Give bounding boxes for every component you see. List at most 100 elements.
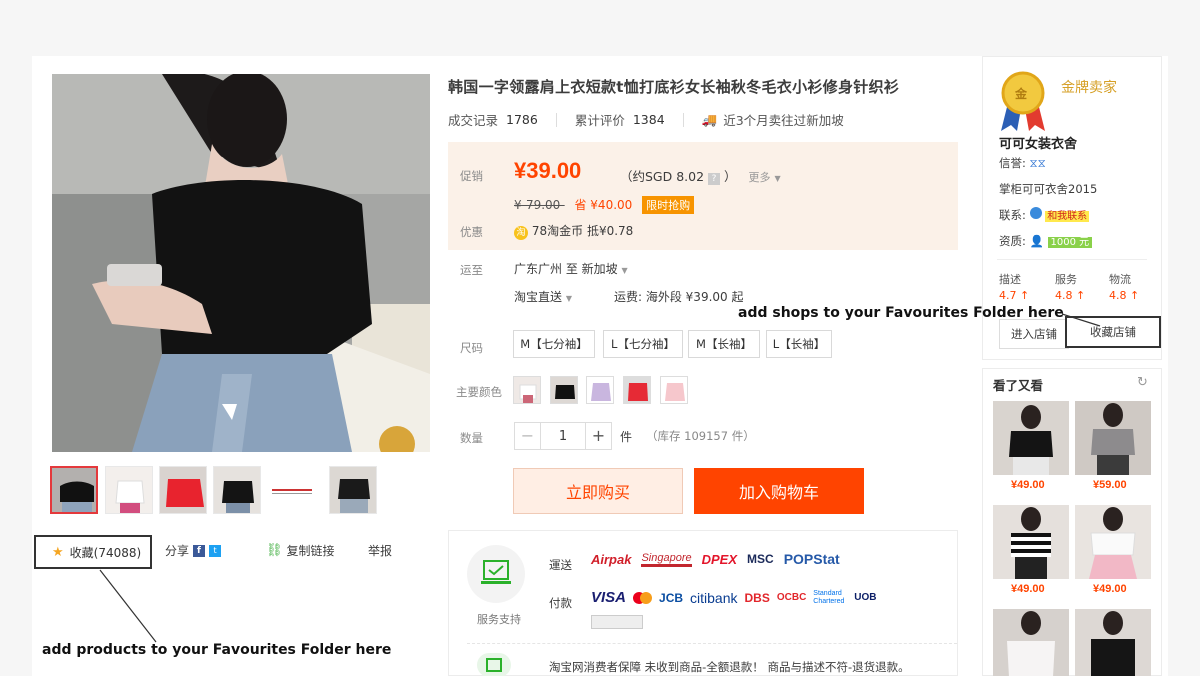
size-option-1[interactable]: M【七分袖】 xyxy=(513,330,595,358)
truck-icon: 🚚 xyxy=(701,111,718,127)
coin-amount: 78淘金币 xyxy=(531,224,584,238)
color-swatch-white[interactable] xyxy=(513,376,541,404)
size-option-4[interactable]: L【长袖】 xyxy=(766,330,832,358)
color-swatch-black[interactable] xyxy=(550,376,578,404)
recommend-item-image-1[interactable] xyxy=(993,401,1069,475)
reviews-count[interactable]: 1384 xyxy=(633,112,665,127)
guarantee-text: 淘宝网消费者保障 未收到商品-全额退款！ 商品与描述不符-退货退款。 xyxy=(549,660,910,674)
gallery-thumb-5[interactable] xyxy=(267,466,315,514)
minus-button[interactable]: − xyxy=(515,423,541,449)
guarantee-icon xyxy=(477,653,511,676)
recommend-title: 看了又看 xyxy=(993,378,1044,393)
report-label: 举报 xyxy=(368,544,393,558)
original-price: ¥-79.00- xyxy=(514,198,565,212)
shop-qualification: 资质: 👤 1000 元 xyxy=(999,233,1093,249)
score-value-logistics: 4.8 ↑ xyxy=(1109,289,1140,302)
copy-link-label: 复制链接 xyxy=(286,544,335,558)
size-option-3[interactable]: M【长袖】 xyxy=(688,330,760,358)
annotation-arrow-shops xyxy=(1062,313,1101,327)
recommend-item-image-4[interactable] xyxy=(1075,505,1151,579)
crown-icon: ⧖⧖ xyxy=(1029,156,1046,170)
wangwang-icon[interactable] xyxy=(1029,207,1042,219)
gallery-thumb-4[interactable] xyxy=(213,466,261,514)
report-link[interactable]: 举报 xyxy=(368,542,392,559)
score-label-desc: 描述 xyxy=(999,273,1021,286)
twitter-icon[interactable]: t xyxy=(209,544,222,557)
coin-discount: 淘 78淘金币 抵¥0.78 xyxy=(514,222,633,240)
recommend-item-image-5[interactable] xyxy=(993,609,1069,676)
divider xyxy=(467,643,957,644)
carrier-singapore-post: Singapore xyxy=(641,552,692,567)
plus-button[interactable]: + xyxy=(585,423,611,449)
payment-mastercard xyxy=(633,591,653,604)
price-compare: ¥-79.00- 省 ¥40.00 限时抢购 xyxy=(514,196,695,214)
annotation-arrow-products xyxy=(99,569,157,643)
payment-extra-logo xyxy=(591,615,643,629)
shop-keeper[interactable]: 掌柜可可衣舍2015 xyxy=(999,181,1097,197)
shipping-note: 近3个月卖往过新加坡 xyxy=(723,113,844,128)
link-icon: ⛓ xyxy=(266,543,283,558)
payment-ocbc: OCBC xyxy=(776,592,807,603)
gallery-thumb-2[interactable] xyxy=(105,466,153,514)
recommend-item-image-2[interactable] xyxy=(1075,401,1151,475)
save-amount: 省 ¥40.00 xyxy=(574,198,633,212)
stock-count: （库存 109157 件） xyxy=(646,429,755,443)
recommend-item-image-6[interactable] xyxy=(1075,609,1151,676)
main-product-image[interactable] xyxy=(52,74,430,452)
ship-route[interactable]: 广东广州 至 新加坡 ▼ xyxy=(514,260,628,277)
gallery-thumb-3[interactable] xyxy=(159,466,207,514)
contact-label: 联系: xyxy=(999,208,1026,222)
share-row: 分享 f t xyxy=(165,542,222,559)
facebook-icon[interactable]: f xyxy=(193,544,206,557)
price-panel: 促销 ¥39.00 （约SGD 8.02 ? ） 更多 ▼ ¥-79.00- 省… xyxy=(448,142,958,250)
annotation-shops: add shops to your Favourites Folder here xyxy=(738,305,1064,321)
color-swatch-pink[interactable] xyxy=(660,376,688,404)
shop-contact: 联系: 和我联系 xyxy=(999,207,1090,223)
size-label: 尺码 xyxy=(460,341,483,355)
score-value-service: 4.8 ↑ xyxy=(1055,289,1086,302)
quantity-input[interactable]: 1 xyxy=(541,429,585,444)
qualification-tag: 1000 元 xyxy=(1047,237,1093,248)
score-value-desc: 4.7 ↑ xyxy=(999,289,1030,302)
sgd-price: （约SGD 8.02 ? ） 更多 ▼ xyxy=(620,166,781,185)
quantity-label: 数量 xyxy=(460,431,483,445)
more-currency-link[interactable]: 更多 xyxy=(749,171,771,184)
recommend-price-4: ¥49.00 xyxy=(1093,583,1127,595)
shop-name[interactable]: 可可女装衣舍 xyxy=(999,133,1077,152)
payment-jcb: JCB xyxy=(659,590,684,605)
size-option-2[interactable]: L【七分袖】 xyxy=(603,330,683,358)
copy-link-button[interactable]: ⛓ 复制链接 xyxy=(266,542,335,559)
payment-dbs: DBS xyxy=(744,590,770,605)
favorite-product-button[interactable]: ★ 收藏(74088) xyxy=(34,535,152,569)
favorite-count: 收藏(74088) xyxy=(69,545,142,560)
recommend-price-1: ¥49.00 xyxy=(1011,479,1045,491)
payment-visa: VISA xyxy=(591,589,627,606)
enter-shop-button[interactable]: 进入店铺 xyxy=(999,319,1069,349)
carrier-msc: MSC xyxy=(747,552,774,566)
help-icon[interactable]: ? xyxy=(708,173,721,185)
add-to-cart-button[interactable]: 加入购物车 xyxy=(694,468,864,514)
gallery-thumb-6[interactable] xyxy=(329,466,377,514)
buy-now-button[interactable]: 立即购买 xyxy=(513,468,683,514)
payment-logos: VISA JCB citibank DBS OCBC Standard Char… xyxy=(591,589,877,606)
refresh-icon[interactable]: ↻ xyxy=(1137,375,1148,390)
carrier-logos: Airpak Singapore DPEX MSC POPStat xyxy=(591,551,840,567)
score-label-service: 服务 xyxy=(1055,273,1077,286)
ship-label: 运至 xyxy=(460,263,483,277)
color-swatch-purple[interactable] xyxy=(586,376,614,404)
flash-sale-tag: 限时抢购 xyxy=(642,196,695,214)
qualification-label: 资质: xyxy=(999,234,1026,248)
caret-down-icon: ▼ xyxy=(565,294,572,303)
contact-tag[interactable]: 和我联系 xyxy=(1045,211,1090,222)
recommend-item-image-3[interactable] xyxy=(993,505,1069,579)
gallery-thumb-1[interactable] xyxy=(50,466,98,514)
shop-credit: 信誉: ⧖⧖ xyxy=(999,155,1046,171)
deals-count[interactable]: 1786 xyxy=(506,112,538,127)
credit-label: 信誉: xyxy=(999,156,1026,170)
deals-label: 成交记录 xyxy=(448,113,499,128)
ship-method[interactable]: 淘宝直送 ▼ xyxy=(514,288,572,305)
divider xyxy=(997,259,1147,260)
color-swatch-red[interactable] xyxy=(623,376,651,404)
ship-route-text: 广东广州 至 新加坡 xyxy=(514,262,618,276)
carrier-airpak: Airpak xyxy=(591,551,632,567)
